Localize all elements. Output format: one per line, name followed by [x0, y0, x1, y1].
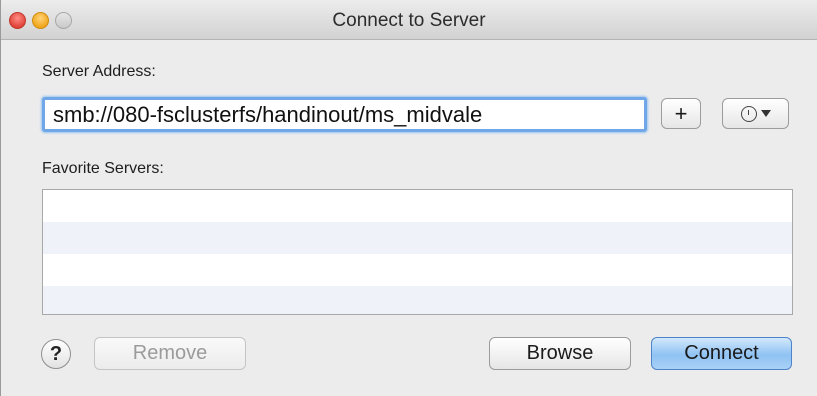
- list-item[interactable]: [43, 254, 792, 286]
- remove-button[interactable]: Remove: [94, 337, 246, 370]
- connect-button[interactable]: Connect: [651, 337, 792, 370]
- favorite-servers-list[interactable]: [42, 189, 793, 315]
- server-address-input[interactable]: [42, 97, 647, 132]
- list-item[interactable]: [43, 286, 792, 314]
- window-title: Connect to Server: [332, 10, 486, 31]
- add-to-favorites-button[interactable]: +: [661, 98, 701, 129]
- title-bar[interactable]: Connect to Server: [1, 0, 817, 40]
- browse-button[interactable]: Browse: [489, 337, 631, 370]
- chevron-down-icon: [760, 110, 771, 117]
- favorite-servers-label: Favorite Servers:: [42, 160, 164, 177]
- list-item[interactable]: [43, 222, 792, 254]
- help-button[interactable]: ?: [41, 339, 71, 369]
- add-label: +: [674, 100, 688, 126]
- help-icon: ?: [49, 342, 63, 365]
- list-item[interactable]: [43, 190, 792, 222]
- connect-to-server-window: Connect to Server Server Address: + Favo…: [0, 0, 817, 396]
- server-address-label: Server Address:: [42, 63, 156, 80]
- recent-servers-button[interactable]: [722, 98, 789, 129]
- remove-label: Remove: [132, 342, 208, 364]
- clock-icon: [740, 105, 757, 122]
- connect-label: Connect: [684, 342, 759, 364]
- browse-label: Browse: [526, 342, 594, 364]
